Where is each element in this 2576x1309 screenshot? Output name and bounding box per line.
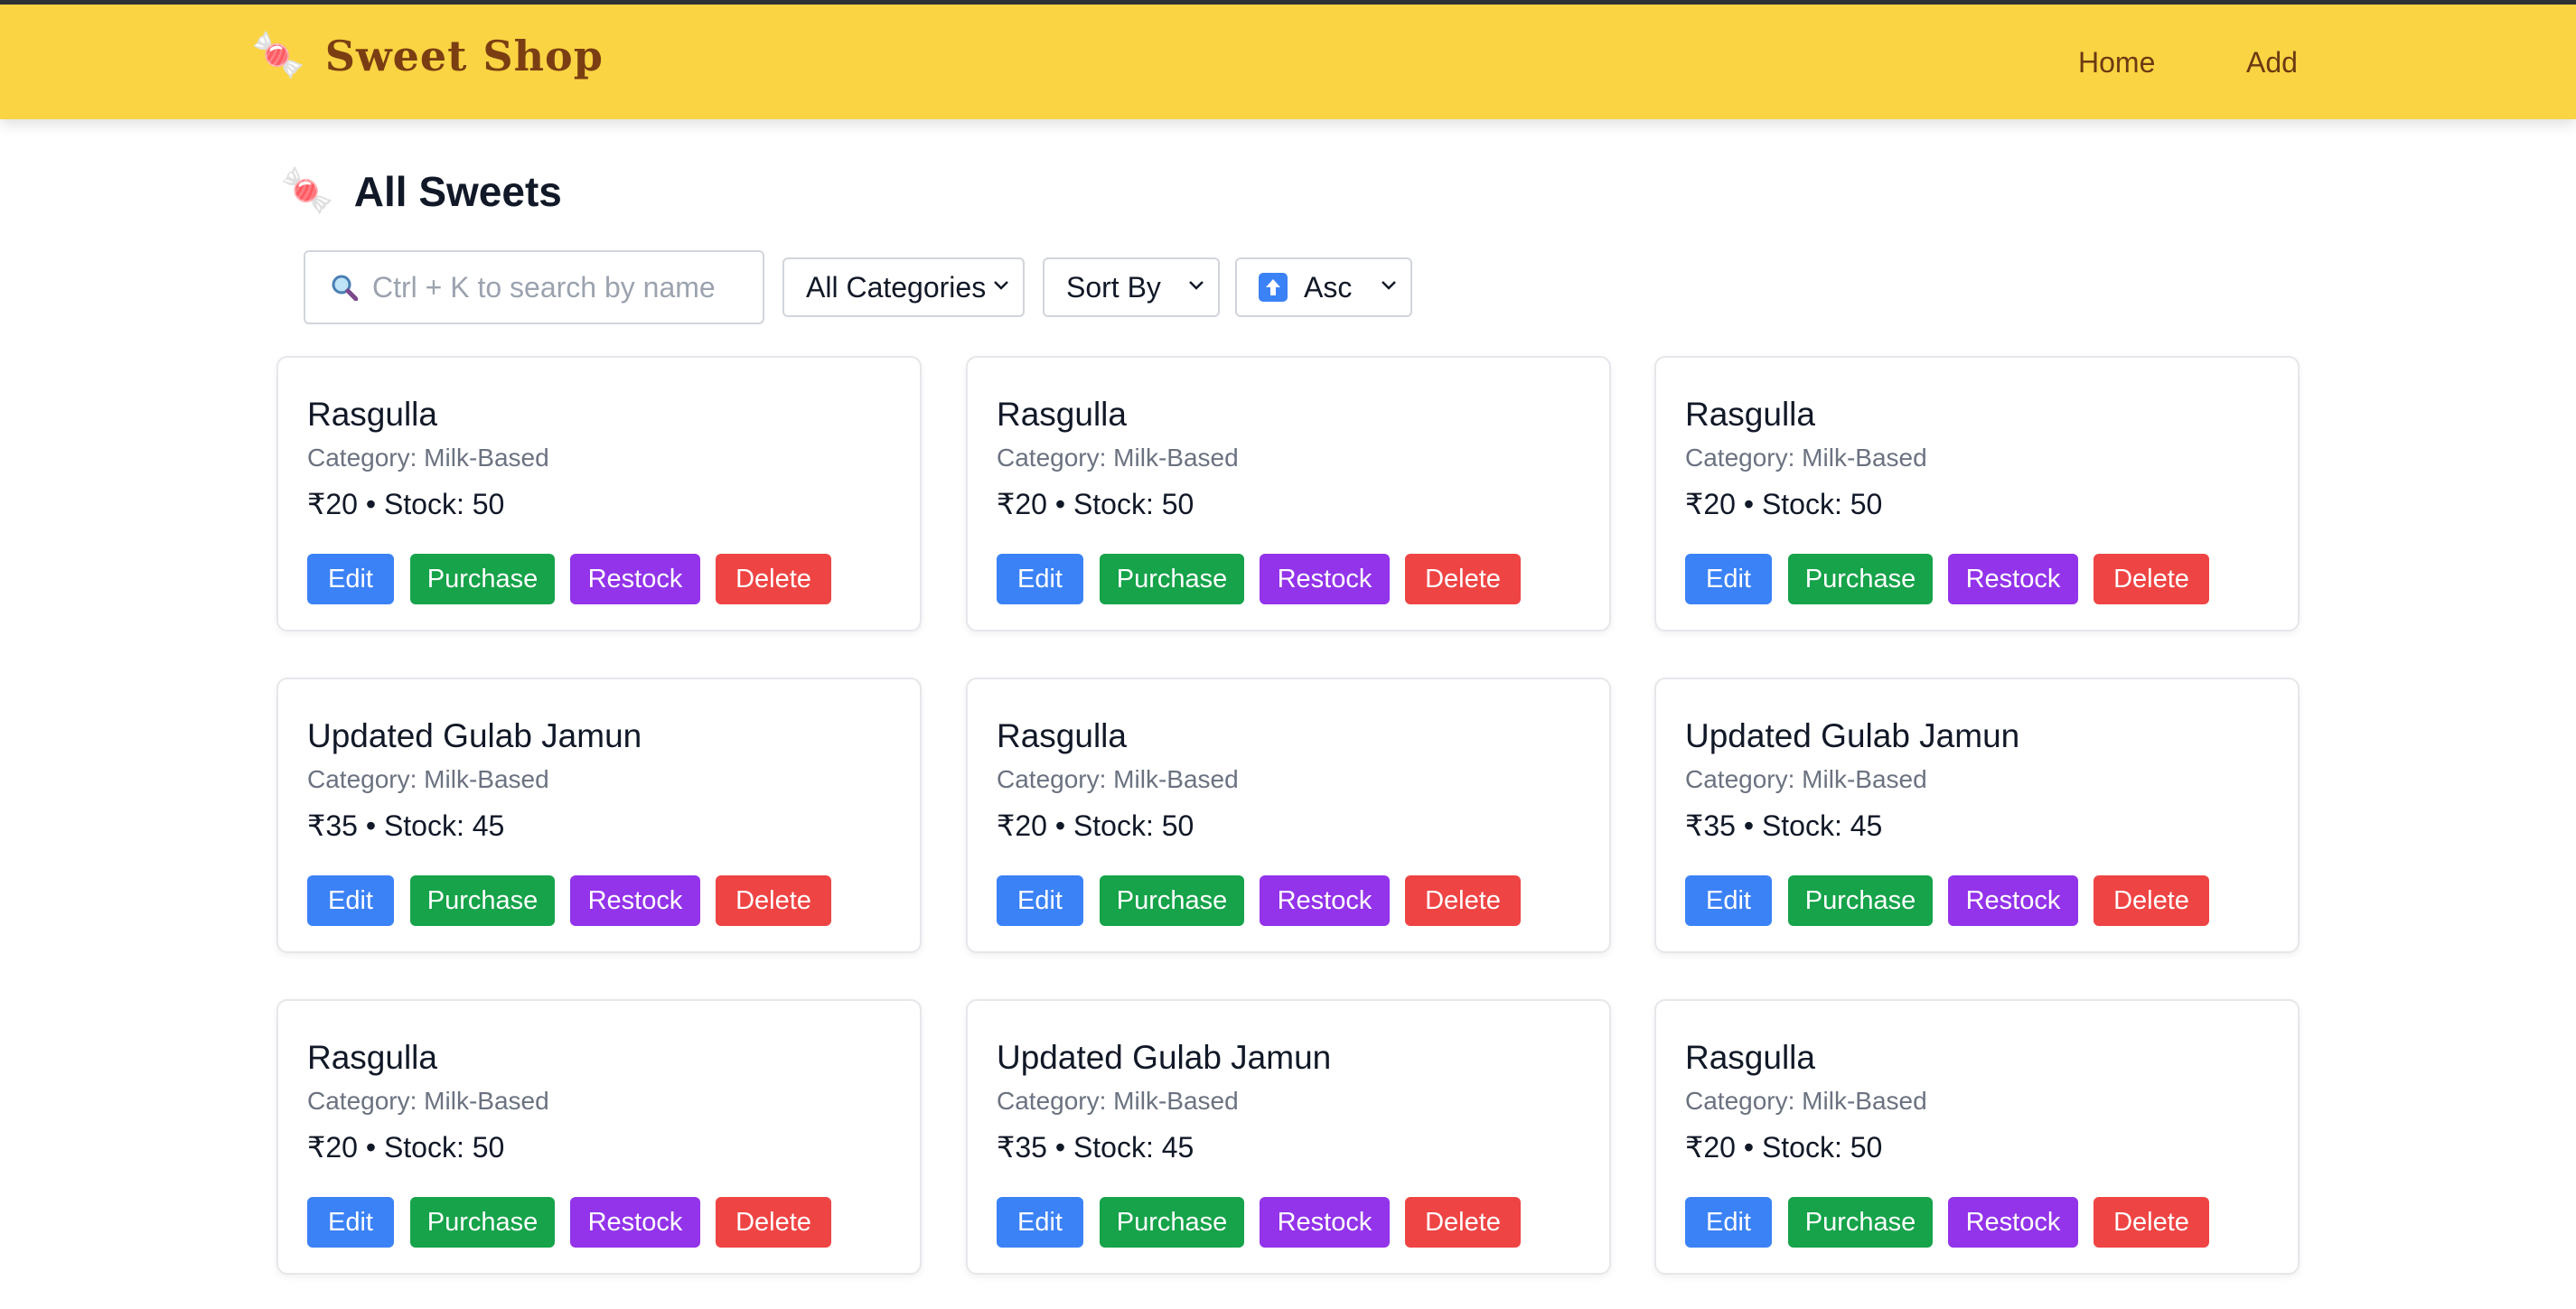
- sweet-card: Rasgulla Category: Milk-Based ₹20 • Stoc…: [966, 678, 1611, 953]
- navbar: 🍬 Sweet Shop Home Add: [0, 5, 2576, 119]
- sweet-price-stock: ₹35 • Stock: 45: [307, 809, 505, 842]
- search-input[interactable]: [370, 269, 754, 305]
- purchase-button[interactable]: Purchase: [410, 1197, 555, 1248]
- restock-button[interactable]: Restock: [1260, 875, 1390, 926]
- sweet-name: Updated Gulab Jamun: [1685, 717, 2020, 754]
- delete-button[interactable]: Delete: [2094, 1197, 2209, 1248]
- edit-button[interactable]: Edit: [997, 1197, 1083, 1248]
- nav-home-link[interactable]: Home: [2078, 46, 2155, 79]
- restock-button[interactable]: Restock: [1260, 554, 1390, 604]
- restock-button[interactable]: Restock: [570, 1197, 700, 1248]
- restock-button[interactable]: Restock: [1948, 875, 2078, 926]
- brand-name: Sweet Shop: [324, 32, 604, 80]
- delete-button[interactable]: Delete: [716, 875, 831, 926]
- purchase-button[interactable]: Purchase: [1100, 1197, 1244, 1248]
- delete-button[interactable]: Delete: [1405, 1197, 1521, 1248]
- purchase-button[interactable]: Purchase: [410, 554, 555, 604]
- sweet-card: Updated Gulab Jamun Category: Milk-Based…: [966, 999, 1611, 1275]
- sweet-category: Category: Milk-Based: [307, 1087, 549, 1115]
- page-heading: 🍬 All Sweets: [280, 167, 562, 216]
- restock-button[interactable]: Restock: [1948, 554, 2078, 604]
- sweet-category: Category: Milk-Based: [1685, 444, 1927, 472]
- edit-button[interactable]: Edit: [1685, 1197, 1772, 1248]
- sweet-name: Rasgulla: [307, 1039, 437, 1076]
- sweet-price-stock: ₹20 • Stock: 50: [307, 1131, 505, 1164]
- sweet-card: Rasgulla Category: Milk-Based ₹20 • Stoc…: [1654, 999, 2300, 1275]
- sweet-category: Category: Milk-Based: [1685, 1087, 1927, 1115]
- sweet-price-stock: ₹20 • Stock: 50: [1685, 488, 1883, 520]
- candy-icon: 🍬: [251, 32, 305, 79]
- order-select-value: Asc: [1304, 270, 1353, 304]
- sort-select-value: Sort By: [1066, 270, 1161, 304]
- sweet-name: Rasgulla: [1685, 1039, 1815, 1076]
- sweet-price-stock: ₹35 • Stock: 45: [1685, 809, 1883, 842]
- delete-button[interactable]: Delete: [716, 554, 831, 604]
- candy-icon: 🍬: [280, 167, 334, 215]
- sweet-price-stock: ₹20 • Stock: 50: [997, 809, 1194, 842]
- edit-button[interactable]: Edit: [1685, 875, 1772, 926]
- up-arrow-icon: [1259, 273, 1288, 302]
- purchase-button[interactable]: Purchase: [1100, 554, 1244, 604]
- restock-button[interactable]: Restock: [570, 875, 700, 926]
- sweet-price-stock: ₹20 • Stock: 50: [1685, 1131, 1883, 1164]
- delete-button[interactable]: Delete: [1405, 554, 1521, 604]
- edit-button[interactable]: Edit: [307, 1197, 394, 1248]
- purchase-button[interactable]: Purchase: [1100, 875, 1244, 926]
- sweet-name: Rasgulla: [997, 396, 1127, 433]
- chevron-down-icon: [994, 281, 1008, 290]
- sweet-card: Rasgulla Category: Milk-Based ₹20 • Stoc…: [1654, 356, 2300, 631]
- edit-button[interactable]: Edit: [997, 875, 1083, 926]
- restock-button[interactable]: Restock: [570, 554, 700, 604]
- sweet-name: Updated Gulab Jamun: [307, 717, 642, 754]
- sweet-name: Updated Gulab Jamun: [997, 1039, 1332, 1076]
- sweet-card: Rasgulla Category: Milk-Based ₹20 • Stoc…: [276, 999, 922, 1275]
- category-select[interactable]: All Categories: [782, 257, 1025, 317]
- sweet-name: Rasgulla: [997, 717, 1127, 754]
- sweet-category: Category: Milk-Based: [1685, 765, 1927, 793]
- sweet-category: Category: Milk-Based: [997, 1087, 1239, 1115]
- page-title: All Sweets: [353, 168, 562, 215]
- restock-button[interactable]: Restock: [1948, 1197, 2078, 1248]
- chevron-down-icon: [1382, 281, 1396, 290]
- nav-add-link[interactable]: Add: [2246, 46, 2298, 79]
- sweet-price-stock: ₹35 • Stock: 45: [997, 1131, 1194, 1164]
- sort-select[interactable]: Sort By: [1043, 257, 1220, 317]
- delete-button[interactable]: Delete: [716, 1197, 831, 1248]
- chevron-down-icon: [1189, 281, 1204, 290]
- sweet-name: Rasgulla: [307, 396, 437, 433]
- purchase-button[interactable]: Purchase: [1788, 1197, 1933, 1248]
- search-box[interactable]: [304, 250, 764, 324]
- delete-button[interactable]: Delete: [2094, 554, 2209, 604]
- sweet-card: Updated Gulab Jamun Category: Milk-Based…: [276, 678, 922, 953]
- sweet-card: Rasgulla Category: Milk-Based ₹20 • Stoc…: [966, 356, 1611, 631]
- search-icon: [332, 275, 358, 301]
- edit-button[interactable]: Edit: [307, 554, 394, 604]
- edit-button[interactable]: Edit: [307, 875, 394, 926]
- sweet-category: Category: Milk-Based: [997, 765, 1239, 793]
- edit-button[interactable]: Edit: [997, 554, 1083, 604]
- sweet-name: Rasgulla: [1685, 396, 1815, 433]
- sweet-price-stock: ₹20 • Stock: 50: [997, 488, 1194, 520]
- restock-button[interactable]: Restock: [1260, 1197, 1390, 1248]
- sweet-price-stock: ₹20 • Stock: 50: [307, 488, 505, 520]
- delete-button[interactable]: Delete: [1405, 875, 1521, 926]
- edit-button[interactable]: Edit: [1685, 554, 1772, 604]
- order-select[interactable]: Asc: [1235, 257, 1412, 317]
- sweet-category: Category: Milk-Based: [307, 444, 549, 472]
- purchase-button[interactable]: Purchase: [410, 875, 555, 926]
- purchase-button[interactable]: Purchase: [1788, 554, 1933, 604]
- delete-button[interactable]: Delete: [2094, 875, 2209, 926]
- brand[interactable]: 🍬 Sweet Shop: [251, 32, 604, 80]
- sweet-card: Updated Gulab Jamun Category: Milk-Based…: [1654, 678, 2300, 953]
- purchase-button[interactable]: Purchase: [1788, 875, 1933, 926]
- category-select-value: All Categories: [806, 270, 987, 304]
- sweet-category: Category: Milk-Based: [997, 444, 1239, 472]
- sweet-card: Rasgulla Category: Milk-Based ₹20 • Stoc…: [276, 356, 922, 631]
- sweet-category: Category: Milk-Based: [307, 765, 549, 793]
